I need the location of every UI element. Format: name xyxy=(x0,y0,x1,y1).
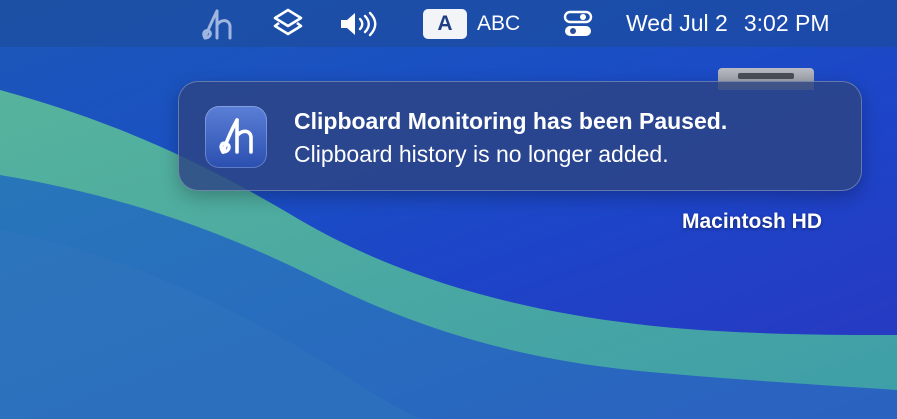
notification-app-icon xyxy=(205,106,267,168)
drive-slot xyxy=(738,73,794,79)
notification-body: Clipboard history is no longer added. xyxy=(294,141,669,167)
clipboard-app-icon xyxy=(219,118,253,154)
control-center-icon xyxy=(563,10,593,36)
layers-menu-icon[interactable] xyxy=(266,0,310,47)
notification-title: Clipboard Monitoring has been Paused. xyxy=(294,108,728,134)
clock-time: 3:02 PM xyxy=(743,10,830,36)
input-source-badge[interactable]: A xyxy=(423,9,467,39)
clipboard-app-menu-icon[interactable] xyxy=(196,0,240,47)
input-source-name[interactable]: ABC xyxy=(477,0,520,47)
handoff-clipboard-icon xyxy=(202,9,232,40)
layers-icon xyxy=(273,8,303,35)
clock-date: Wed Jul 2 xyxy=(626,10,728,36)
menubar-clock[interactable]: Wed Jul 2 3:02 PM xyxy=(626,0,830,47)
drive-label[interactable]: Macintosh HD xyxy=(682,210,822,234)
volume-menu-icon[interactable] xyxy=(336,0,382,47)
notification-banner[interactable]: Clipboard Monitoring has been Paused. Cl… xyxy=(178,81,862,191)
volume-icon xyxy=(341,11,377,36)
menu-bar: A ABC Wed Jul 2 3:02 PM xyxy=(0,0,897,47)
control-center-menu-icon[interactable] xyxy=(556,0,600,47)
